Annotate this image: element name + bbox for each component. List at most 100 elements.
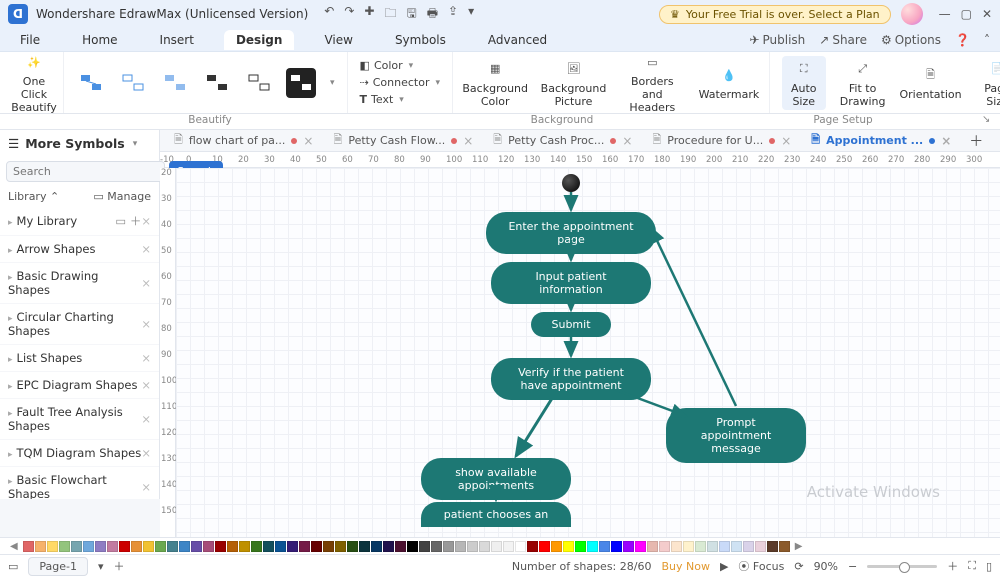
watermark-button[interactable]: 💧Watermark [701,64,757,101]
flow-node-submit[interactable]: Submit [531,312,611,337]
menu-home[interactable]: Home [70,30,129,50]
palette-next-icon[interactable]: ▶ [791,541,807,552]
one-click-beautify-button[interactable]: ✨ One Click Beautify [12,51,56,114]
page-dropdown-icon[interactable]: ▾ [98,560,104,573]
menu-symbols[interactable]: Symbols [383,30,458,50]
publish-button[interactable]: ✈ Publish [749,33,805,47]
color-swatch[interactable] [587,541,598,552]
open-icon[interactable]: 🗀 [384,4,396,25]
theme-style-1[interactable] [76,68,106,98]
remove-category-icon[interactable]: × [141,480,151,494]
page-setup-dialog-icon[interactable]: ↘ [982,114,1000,129]
flow-node-verify[interactable]: Verify if the patient have appointment [491,358,651,400]
remove-category-icon[interactable]: × [141,351,151,365]
manage-button[interactable]: ▭ Manage [93,190,151,203]
color-swatch[interactable] [575,541,586,552]
redo-icon[interactable]: ↷ [344,4,354,25]
color-swatch[interactable] [767,541,778,552]
theme-style-4[interactable] [202,68,232,98]
theme-more-icon[interactable]: ▾ [330,78,335,88]
color-swatch[interactable] [539,541,550,552]
minimize-icon[interactable]: — [939,7,951,21]
theme-color-button[interactable]: ◧ Color▾ [360,59,441,72]
fit-drawing-button[interactable]: ⤢Fit to Drawing [840,58,886,108]
color-swatch[interactable] [647,541,658,552]
color-swatch[interactable] [671,541,682,552]
color-swatch[interactable] [611,541,622,552]
color-swatch[interactable] [275,541,286,552]
color-swatch[interactable] [95,541,106,552]
library-category[interactable]: ▸Fault Tree Analysis Shapes× [0,399,159,440]
color-swatch[interactable] [287,541,298,552]
color-swatch[interactable] [203,541,214,552]
theme-style-3[interactable] [160,68,190,98]
canvas[interactable]: Enter the appointment page Input patient… [176,168,1000,537]
remove-category-icon[interactable]: × [141,412,151,426]
auto-size-button[interactable]: ⛶Auto Size [782,56,826,110]
doc-tab[interactable]: 🗎Petty Cash Proc...× [485,130,640,152]
help-icon[interactable]: ❓ [955,33,970,47]
color-swatch[interactable] [143,541,154,552]
library-category[interactable]: ▸EPC Diagram Shapes× [0,372,159,399]
remove-category-icon[interactable]: × [141,446,151,460]
color-swatch[interactable] [107,541,118,552]
collapse-lib-icon[interactable]: ⌃ [50,190,59,203]
remove-category-icon[interactable]: × [141,378,151,392]
options-button[interactable]: ⚙ Options [881,33,941,47]
color-swatch[interactable] [83,541,94,552]
flow-node-choose[interactable]: patient chooses an [421,502,571,527]
avatar[interactable] [901,3,923,25]
color-swatch[interactable] [47,541,58,552]
color-swatch[interactable] [707,541,718,552]
color-swatch[interactable] [119,541,130,552]
zoom-slider[interactable] [867,565,937,568]
library-category[interactable]: ▸Basic Flowchart Shapes× [0,467,159,499]
color-swatch[interactable] [71,541,82,552]
close-icon[interactable]: ✕ [982,7,992,21]
theme-style-6[interactable] [286,68,316,98]
close-tab-icon[interactable]: × [303,134,313,148]
color-swatch[interactable] [407,541,418,552]
library-category[interactable]: ▸Arrow Shapes× [0,236,159,263]
outline-view-icon[interactable]: ▭ [8,560,18,573]
color-swatch[interactable] [383,541,394,552]
page-tab[interactable]: Page-1 [28,557,88,576]
color-swatch[interactable] [431,541,442,552]
color-swatch[interactable] [599,541,610,552]
color-swatch[interactable] [155,541,166,552]
zoom-in-icon[interactable]: ＋ [947,558,958,574]
library-category[interactable]: ▸Circular Charting Shapes× [0,304,159,345]
presentation-icon[interactable]: ▶ [720,560,728,573]
color-swatch[interactable] [743,541,754,552]
theme-connector-button[interactable]: ⇢ Connector▾ [360,76,441,89]
remove-category-icon[interactable]: × [141,317,151,331]
color-swatch[interactable] [359,541,370,552]
fit-page-icon[interactable]: ⛶ [968,559,976,573]
hamburger-icon[interactable]: ☰ [8,136,19,151]
flow-node-input[interactable]: Input patient information [491,262,651,304]
color-swatch[interactable] [467,541,478,552]
color-swatch[interactable] [239,541,250,552]
color-swatch[interactable] [191,541,202,552]
page-size-button[interactable]: 📄Page Size [976,58,1000,108]
color-swatch[interactable] [443,541,454,552]
add-page-icon[interactable]: ＋ [114,558,125,574]
collapse-ribbon-icon[interactable]: ˄ [984,33,990,47]
color-swatch[interactable] [719,541,730,552]
color-swatch[interactable] [131,541,142,552]
color-swatch[interactable] [167,541,178,552]
color-swatch[interactable] [779,541,790,552]
doc-tab[interactable]: 🗎Procedure for U...× [644,130,799,152]
doc-tab[interactable]: 🗎flow chart of pa...× [166,130,321,152]
zoom-out-icon[interactable]: − [848,560,857,573]
new-icon[interactable]: ✚ [364,4,374,25]
orientation-button[interactable]: 🗎Orientation [900,64,962,101]
color-swatch[interactable] [683,541,694,552]
color-swatch[interactable] [263,541,274,552]
color-swatch[interactable] [215,541,226,552]
color-swatch[interactable] [491,541,502,552]
maximize-icon[interactable]: ▢ [961,7,972,21]
share-button[interactable]: ↗ Share [819,33,867,47]
color-swatch[interactable] [755,541,766,552]
print-icon[interactable]: 🖶 [427,4,438,25]
